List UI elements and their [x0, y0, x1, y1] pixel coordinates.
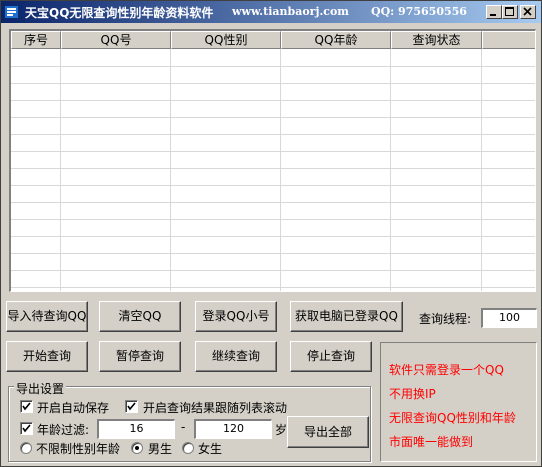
- login-button[interactable]: 登录QQ小号: [195, 301, 277, 332]
- column-header-index[interactable]: 序号: [11, 31, 61, 49]
- grid-column-line: [170, 49, 171, 291]
- column-header-gender[interactable]: QQ性别: [171, 31, 281, 49]
- age-min-input[interactable]: 16: [97, 419, 175, 439]
- follow-scroll-checkbox[interactable]: [125, 400, 138, 413]
- checkmark-icon: [127, 402, 136, 411]
- grid-row-line: [11, 100, 535, 101]
- grid-column-line: [390, 49, 391, 291]
- window-site: www.tianbaorj.com: [232, 5, 349, 18]
- auto-save-label[interactable]: 开启自动保存: [37, 399, 109, 416]
- age-range-dash: -: [181, 420, 186, 434]
- grid-row-line: [11, 219, 535, 220]
- start-button[interactable]: 开始查询: [6, 341, 88, 372]
- column-header-status[interactable]: 查询状态: [391, 31, 482, 49]
- grid-row-line: [11, 236, 535, 237]
- gender-unlimited-label[interactable]: 不限制性别年龄: [36, 440, 120, 457]
- clear-button[interactable]: 清空QQ: [99, 301, 181, 332]
- promo-line: 无限查询QQ性别和年龄: [389, 411, 516, 425]
- threads-label: 查询线程:: [419, 312, 472, 326]
- maximize-button[interactable]: [502, 5, 518, 19]
- gender-male-radio[interactable]: [131, 442, 143, 454]
- stop-button[interactable]: 停止查询: [290, 341, 372, 372]
- threads-input[interactable]: 100: [481, 308, 537, 328]
- resume-button[interactable]: 继续查询: [195, 341, 277, 372]
- gender-female-label[interactable]: 女生: [198, 440, 222, 457]
- follow-scroll-label[interactable]: 开启查询结果跟随列表滚动: [143, 399, 287, 416]
- maximize-icon: [505, 7, 514, 16]
- grid-row-line: [11, 66, 535, 67]
- pause-button[interactable]: 暂停查询: [99, 341, 181, 372]
- promo-line: 软件只需登录一个QQ: [389, 363, 504, 377]
- grid-row-line: [11, 202, 535, 203]
- gender-unlimited-radio[interactable]: [20, 442, 32, 454]
- grid-column-line: [280, 49, 281, 291]
- grid-column-line: [60, 49, 61, 291]
- minimize-button[interactable]: [486, 5, 502, 19]
- grid-row-line: [11, 151, 535, 152]
- close-icon: [523, 7, 532, 16]
- checkmark-icon: [22, 424, 31, 433]
- window-qq: QQ: 975650556: [371, 5, 467, 18]
- title-bar[interactable]: 天宝QQ无限查询性别年龄资料软件 www.tianbaorj.com QQ: 9…: [1, 1, 541, 23]
- column-header-filler: [482, 31, 535, 49]
- export-settings-legend: 导出设置: [14, 380, 67, 397]
- result-list[interactable]: 序号 QQ号 QQ性别 QQ年龄 查询状态: [9, 29, 536, 292]
- grid-row-line: [11, 83, 535, 84]
- promo-box: 软件只需登录一个QQ 不用换IP 无限查询QQ性别和年龄 市面唯一能做到: [380, 342, 537, 462]
- main-window: 天宝QQ无限查询性别年龄资料软件 www.tianbaorj.com QQ: 9…: [0, 0, 542, 467]
- grid-row-line: [11, 168, 535, 169]
- export-all-button[interactable]: 导出全部: [287, 416, 369, 448]
- age-max-input[interactable]: 120: [194, 419, 272, 439]
- age-unit-label: 岁: [275, 423, 288, 437]
- import-button[interactable]: 导入待查询QQ: [6, 301, 88, 332]
- promo-line: 不用换IP: [389, 387, 436, 401]
- grid-row-line: [11, 270, 535, 271]
- grid-row-line: [11, 117, 535, 118]
- checkmark-icon: [22, 402, 31, 411]
- gender-female-radio[interactable]: [182, 442, 194, 454]
- promo-line: 市面唯一能做到: [389, 435, 474, 449]
- age-filter-checkbox[interactable]: [20, 422, 33, 435]
- close-button[interactable]: [520, 5, 536, 19]
- grid-column-line: [481, 49, 482, 291]
- fetch-logged-button[interactable]: 获取电脑已登录QQ: [290, 301, 403, 332]
- grid-row-line: [11, 253, 535, 254]
- list-header: 序号 QQ号 QQ性别 QQ年龄 查询状态: [11, 31, 535, 49]
- grid-row-line: [11, 185, 535, 186]
- app-icon: [4, 4, 20, 20]
- column-header-age[interactable]: QQ年龄: [281, 31, 391, 49]
- age-filter-label[interactable]: 年龄过滤:: [37, 421, 89, 438]
- auto-save-checkbox[interactable]: [20, 400, 33, 413]
- window-title: 天宝QQ无限查询性别年龄资料软件: [25, 6, 214, 20]
- column-header-qq[interactable]: QQ号: [61, 31, 171, 49]
- grid-row-line: [11, 287, 535, 288]
- minimize-icon: [490, 14, 496, 16]
- grid-row-line: [11, 134, 535, 135]
- gender-male-label[interactable]: 男生: [148, 440, 172, 457]
